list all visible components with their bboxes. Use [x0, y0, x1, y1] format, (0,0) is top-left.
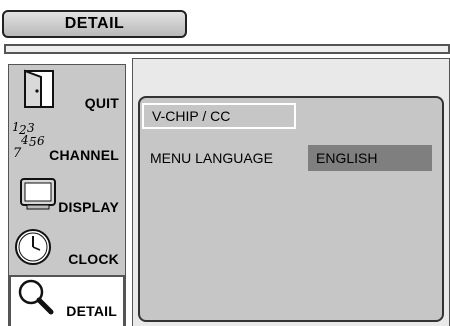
sidebar-item-channel[interactable]: 1 2 3 4 5 6 7 CHANNEL	[9, 119, 125, 171]
header-divider-bar	[4, 44, 450, 54]
sidebar: QUIT 1 2 3 4 5 6 7 CHANNEL DISPLAY CLOCK…	[8, 64, 126, 326]
menu-item-menu-language[interactable]: MENU LANGUAGE	[142, 145, 302, 171]
channel-digit: 4	[20, 133, 29, 147]
sidebar-item-label: CHANNEL	[49, 147, 119, 163]
sidebar-item-label: DETAIL	[66, 303, 117, 319]
detail-menu-panel	[138, 96, 444, 322]
sidebar-item-clock[interactable]: CLOCK	[9, 223, 125, 275]
tv-screen-icon	[20, 178, 56, 210]
sidebar-item-quit[interactable]: QUIT	[9, 67, 125, 119]
menu-language-value[interactable]: ENGLISH	[308, 145, 432, 171]
clock-icon	[15, 229, 51, 265]
channel-digit: 7	[13, 146, 22, 159]
menu-item-label: V-CHIP / CC	[152, 108, 231, 124]
magnifier-icon	[18, 279, 54, 315]
sidebar-item-display[interactable]: DISPLAY	[9, 171, 125, 223]
sidebar-item-label: DISPLAY	[58, 199, 119, 215]
channel-digit: 6	[37, 134, 45, 148]
door-icon	[24, 69, 54, 108]
menu-title: DETAIL	[64, 15, 125, 32]
menu-language-value-text: ENGLISH	[316, 150, 378, 166]
menu-item-vchip-cc[interactable]: V-CHIP / CC	[142, 103, 296, 129]
sidebar-item-detail[interactable]: DETAIL	[9, 275, 125, 326]
sidebar-item-label: CLOCK	[68, 251, 119, 267]
channel-digit: 5	[29, 135, 37, 149]
menu-item-label: MENU LANGUAGE	[150, 150, 273, 166]
sidebar-item-label: QUIT	[84, 95, 119, 111]
menu-title-tab: DETAIL	[2, 10, 187, 38]
